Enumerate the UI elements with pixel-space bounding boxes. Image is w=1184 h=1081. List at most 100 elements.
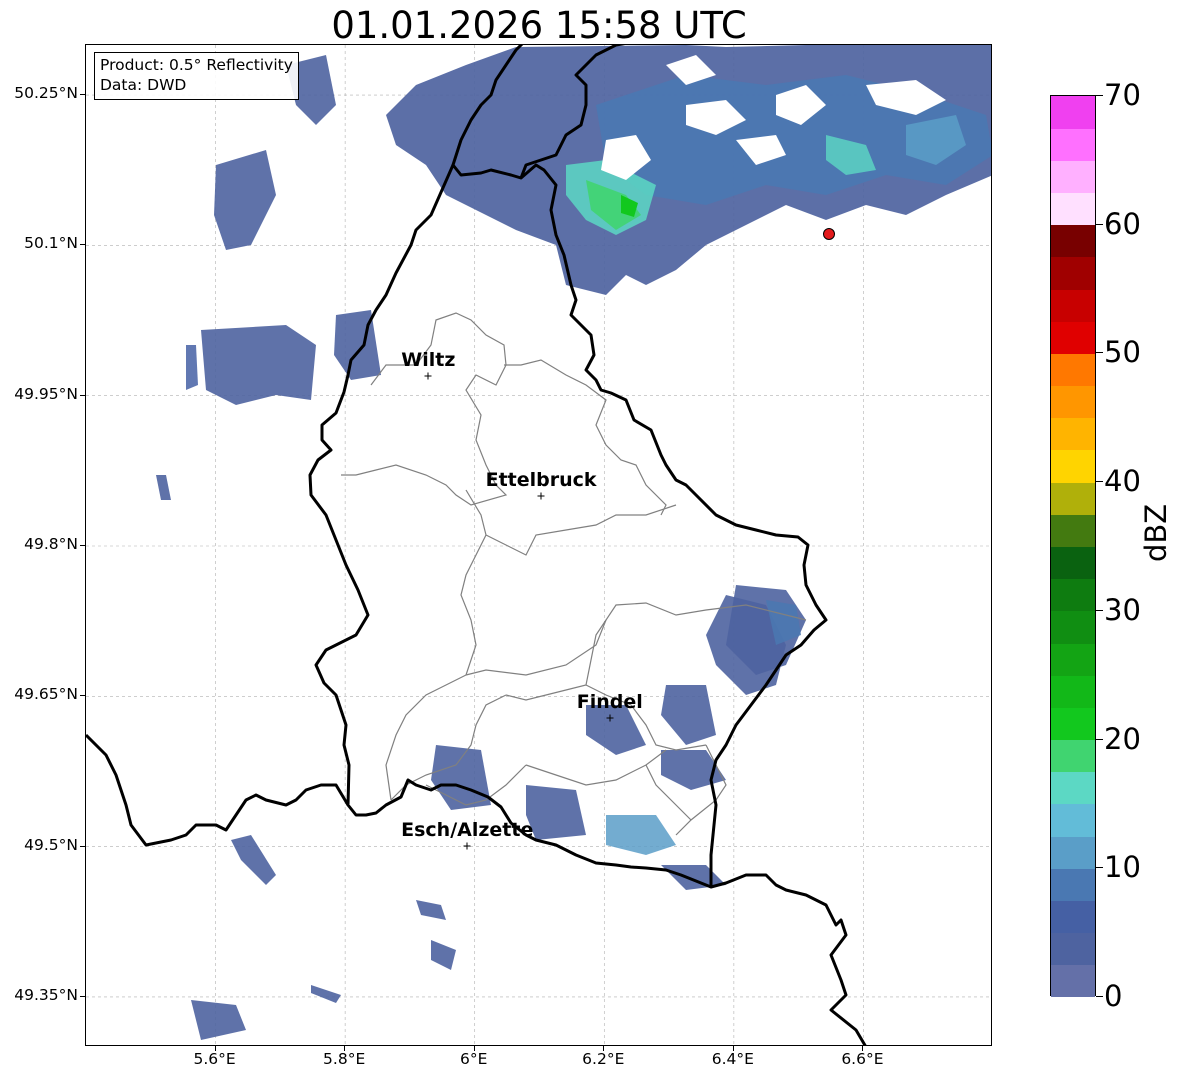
city-label: Esch/Alzette xyxy=(401,818,534,841)
colorbar-tick xyxy=(1096,738,1103,740)
product-info-box: Product: 0.5° Reflectivity Data: DWD xyxy=(94,52,299,100)
longitude-label: 6.6°E xyxy=(841,1050,884,1068)
colorbar-segment xyxy=(1051,610,1095,644)
colorbar-segment xyxy=(1051,385,1095,419)
latitude-label: 49.65°N xyxy=(14,685,78,704)
echo-area xyxy=(201,325,316,405)
echo-area xyxy=(191,1000,246,1040)
colorbar-segment xyxy=(1051,128,1095,161)
colorbar-tick xyxy=(1096,609,1103,611)
colorbar-segment xyxy=(1051,192,1095,226)
map-canvas xyxy=(86,45,991,1045)
echo-area xyxy=(311,985,341,1003)
colorbar-tick-label: 60 xyxy=(1104,206,1141,241)
colorbar-segment xyxy=(1051,321,1095,354)
colorbar-segment xyxy=(1051,643,1095,676)
latitude-tick xyxy=(80,244,85,246)
echo-area xyxy=(334,310,381,380)
colorbar-segment xyxy=(1051,353,1095,387)
city-marker xyxy=(424,372,432,380)
colorbar-tick-label: 70 xyxy=(1104,78,1141,112)
echo-area xyxy=(606,815,676,855)
echo-area xyxy=(156,475,171,500)
colorbar-segment xyxy=(1051,675,1095,708)
colorbar-unit-label: dBZ xyxy=(1139,503,1173,562)
colorbar-tick-label: 50 xyxy=(1104,335,1141,370)
colorbar-tick xyxy=(1096,95,1103,96)
city-label: Findel xyxy=(576,691,643,714)
city-marker xyxy=(606,714,614,722)
latitude-label: 49.5°N xyxy=(24,835,78,854)
latitude-tick xyxy=(80,94,85,96)
reflectivity-echoes xyxy=(156,45,991,1040)
map-title: 01.01.2026 15:58 UTC xyxy=(331,4,747,47)
city-label: Ettelbruck xyxy=(485,468,597,491)
longitude-label: 6.2°E xyxy=(582,1050,625,1068)
colorbar-segment xyxy=(1051,224,1095,258)
latitude-tick xyxy=(80,995,85,997)
latitude-label: 50.1°N xyxy=(24,234,78,253)
colorbar-segment xyxy=(1051,578,1095,612)
france-border xyxy=(86,733,350,847)
colorbar-segment xyxy=(1051,256,1095,290)
colorbar-segment xyxy=(1051,96,1095,129)
city-marker xyxy=(463,842,471,850)
colorbar-segment xyxy=(1051,514,1095,547)
longitude-tick xyxy=(732,1046,734,1051)
colorbar-tick xyxy=(1096,352,1103,354)
canton-borders xyxy=(341,312,807,836)
colorbar-tick xyxy=(1096,996,1103,997)
latitude-label: 49.95°N xyxy=(14,384,78,403)
longitude-tick xyxy=(603,1046,605,1051)
colorbar-segment xyxy=(1051,289,1095,322)
radar-map xyxy=(85,44,992,1046)
colorbar-tick-label: 10 xyxy=(1104,850,1141,885)
latitude-label: 50.25°N xyxy=(14,84,78,103)
colorbar-tick-label: 0 xyxy=(1104,979,1123,1013)
echo-area xyxy=(186,345,198,390)
longitude-tick xyxy=(344,1046,346,1051)
colorbar-segment xyxy=(1051,160,1095,194)
echo-area xyxy=(526,785,586,840)
colorbar-segment xyxy=(1051,964,1095,998)
product-label: Product: 0.5° Reflectivity xyxy=(100,56,293,74)
longitude-label: 6°E xyxy=(460,1050,488,1068)
colorbar-tick-label: 40 xyxy=(1104,464,1141,499)
city-marker xyxy=(537,492,545,500)
colorbar-tick xyxy=(1096,223,1103,225)
colorbar-tick-label: 20 xyxy=(1104,721,1141,756)
latitude-tick xyxy=(80,394,85,396)
colorbar-segment xyxy=(1051,836,1095,869)
colorbar-segment xyxy=(1051,932,1095,966)
echo-area xyxy=(416,900,446,920)
colorbar-segment xyxy=(1051,449,1095,483)
colorbar-segment xyxy=(1051,417,1095,451)
colorbar-segment xyxy=(1051,707,1095,741)
echo-area xyxy=(214,150,276,250)
colorbar-segment xyxy=(1051,546,1095,580)
germany-border-east xyxy=(710,873,867,1045)
longitude-tick xyxy=(862,1046,864,1051)
colorbar-segment xyxy=(1051,868,1095,901)
longitude-tick xyxy=(473,1046,475,1051)
echo-area xyxy=(431,745,491,810)
longitude-tick xyxy=(214,1046,216,1051)
longitude-label: 5.8°E xyxy=(323,1050,366,1068)
colorbar-segment xyxy=(1051,803,1095,837)
data-source-label: Data: DWD xyxy=(100,76,187,94)
echo-area xyxy=(231,835,276,885)
latitude-label: 49.35°N xyxy=(14,985,78,1004)
longitude-label: 5.6°E xyxy=(193,1050,236,1068)
colorbar-segment xyxy=(1051,771,1095,805)
colorbar-segment xyxy=(1051,482,1095,515)
echo-area xyxy=(661,750,726,790)
echo-area xyxy=(661,685,716,745)
latitude-tick xyxy=(80,545,85,546)
echo-area xyxy=(431,940,456,970)
city-label: Wiltz xyxy=(401,348,456,371)
colorbar-segment xyxy=(1051,739,1095,773)
latitude-label: 49.8°N xyxy=(24,535,78,553)
colorbar-tick xyxy=(1096,481,1103,483)
colorbar-tick xyxy=(1096,867,1103,869)
colorbar xyxy=(1050,95,1096,998)
